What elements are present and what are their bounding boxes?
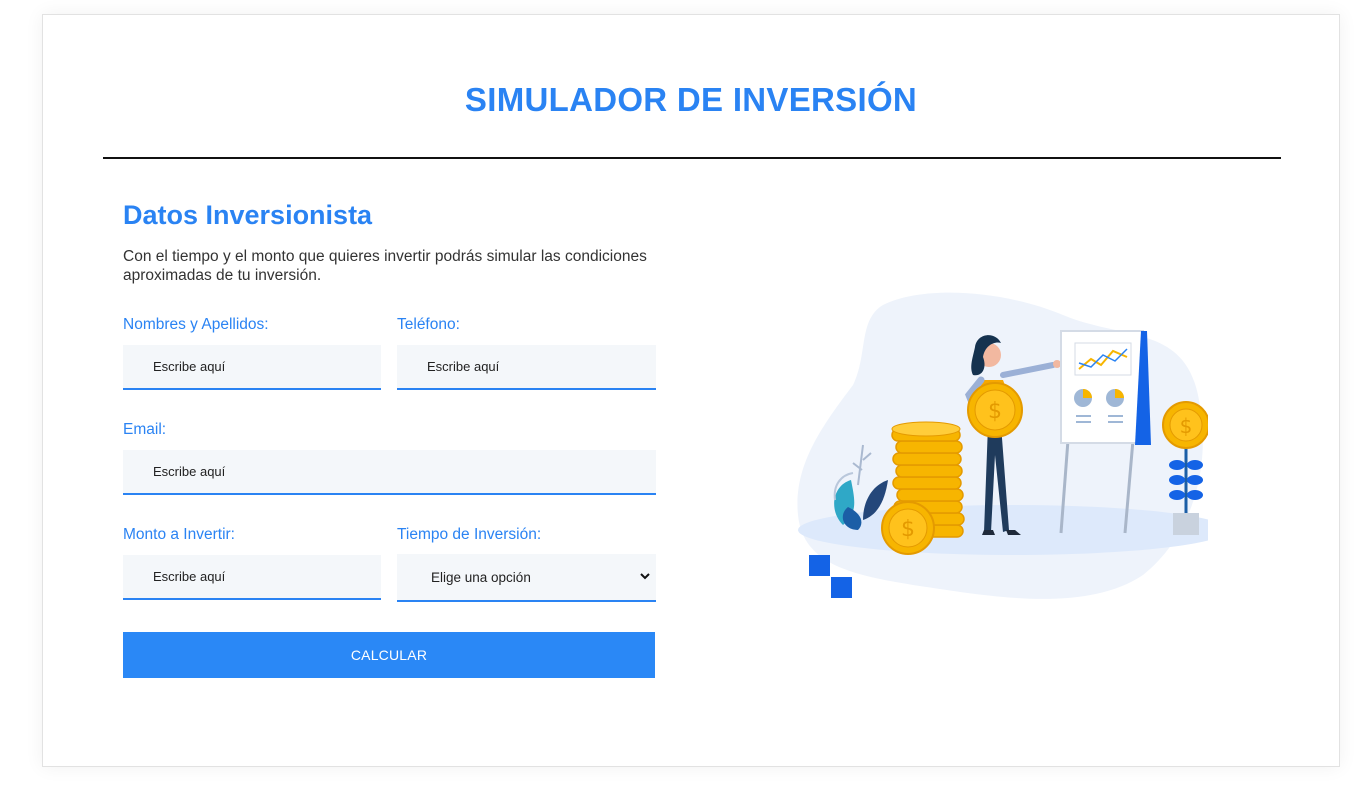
term-select-value: Elige una opción <box>431 569 531 585</box>
phone-label: Teléfono: <box>397 316 460 333</box>
amount-input[interactable] <box>123 555 381 600</box>
name-label: Nombres y Apellidos: <box>123 316 269 333</box>
svg-text:$: $ <box>1180 414 1193 438</box>
term-label: Tiempo de Inversión: <box>397 526 542 543</box>
simulator-card: SIMULADOR DE INVERSIÓN Datos Inversionis… <box>42 14 1340 767</box>
name-input[interactable] <box>123 345 381 390</box>
page-title: SIMULADOR DE INVERSIÓN <box>464 81 918 118</box>
email-input[interactable] <box>123 450 656 495</box>
section-title: Datos Inversionista <box>123 200 373 230</box>
phone-input[interactable] <box>397 345 656 390</box>
section-description: Con el tiempo y el monto que quieres inv… <box>123 248 647 284</box>
header-divider <box>103 157 1281 159</box>
amount-label: Monto a Invertir: <box>123 526 235 543</box>
email-label: Email: <box>123 421 167 438</box>
calculate-button[interactable]: CALCULAR <box>123 632 655 678</box>
chevron-down-icon <box>640 573 650 580</box>
svg-text:$: $ <box>901 517 915 542</box>
term-select[interactable]: Elige una opción <box>397 554 656 602</box>
svg-text:$: $ <box>988 399 1002 424</box>
investment-woman-coins-illustration: $ $ $ <box>797 292 1208 599</box>
